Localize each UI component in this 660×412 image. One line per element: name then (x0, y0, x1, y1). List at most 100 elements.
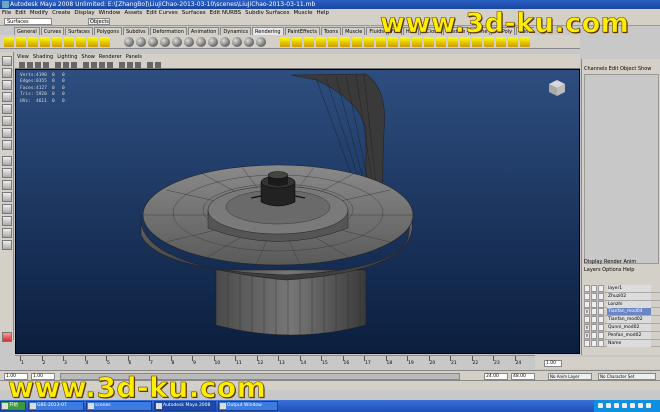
tray-icon[interactable] (606, 403, 611, 408)
layer-menu[interactable]: Layers Options Help (584, 267, 634, 273)
material-sphere-icon[interactable] (208, 37, 218, 47)
layer-color-swatch[interactable] (598, 316, 604, 324)
layer-color-swatch[interactable] (598, 292, 604, 300)
panel-menu-lighting[interactable]: Lighting (55, 54, 79, 60)
shelf-tab-general[interactable]: General (14, 27, 40, 35)
light-icon[interactable] (4, 37, 14, 47)
anim-layer-dropdown[interactable]: No Anim Layer (548, 373, 592, 380)
layer-visibility-toggle[interactable] (584, 300, 590, 308)
layer-color-swatch[interactable] (598, 300, 604, 308)
shelf-tab-subdivs[interactable]: Subdivs (123, 27, 149, 35)
current-frame-field[interactable]: 1.00 (544, 360, 562, 367)
layer-type-toggle[interactable] (591, 292, 597, 300)
panel-menu-panels[interactable]: Panels (124, 54, 144, 60)
render-icon[interactable] (328, 37, 338, 47)
menu-assets[interactable]: Assets (122, 9, 144, 17)
menu-help[interactable]: Help (314, 9, 331, 17)
render-icon[interactable] (352, 37, 362, 47)
tray-icon[interactable] (622, 403, 627, 408)
light-icon[interactable] (100, 37, 110, 47)
resolution-gate-icon[interactable] (71, 62, 77, 68)
shelf-tab-muscle[interactable]: Muscle (342, 27, 366, 35)
material-sphere-icon[interactable] (196, 37, 206, 47)
tray-icon[interactable] (614, 403, 619, 408)
shelf-tab-dynamics[interactable]: Dynamics (220, 27, 252, 35)
manipulator-tool-icon[interactable] (2, 128, 12, 138)
taskbar-item[interactable]: GBE-2013-07 (28, 401, 84, 411)
layer-row[interactable]: Zhuzi02 (584, 292, 660, 301)
move-tool-icon[interactable] (2, 92, 12, 102)
material-sphere-icon[interactable] (220, 37, 230, 47)
select-tool-icon[interactable] (2, 56, 12, 66)
layout-persp-icon[interactable] (2, 240, 12, 250)
menu-window[interactable]: Window (97, 9, 123, 17)
shadows-icon[interactable] (135, 62, 141, 68)
layer-row[interactable]: Tianfan_mod02 (584, 316, 660, 324)
layer-row[interactable]: layer1 (584, 285, 660, 293)
render-icon[interactable] (316, 37, 326, 47)
light-icon[interactable] (28, 37, 38, 47)
taskbar-item[interactable]: Output Window (218, 401, 278, 411)
shelf-tab-animation[interactable]: Animation (187, 27, 220, 35)
last-tool-icon[interactable] (2, 140, 12, 150)
tray-icon[interactable] (598, 403, 603, 408)
layer-visibility-toggle[interactable] (584, 292, 590, 300)
taskbar-item-active[interactable]: Autodesk Maya 2008 (154, 401, 216, 411)
render-icon[interactable] (340, 37, 350, 47)
taskbar-item[interactable]: scenes (86, 401, 152, 411)
menu-create[interactable]: Create (50, 9, 72, 17)
layout-single-icon[interactable] (2, 156, 12, 166)
record-icon[interactable] (2, 332, 12, 342)
material-sphere-icon[interactable] (124, 37, 134, 47)
image-plane-icon[interactable] (43, 62, 49, 68)
perspective-viewport[interactable]: Verts:4190 0 0 Edges:8355 0 0 Faces:4127 0 0 T… (15, 69, 580, 354)
bounding-box-icon[interactable] (107, 62, 113, 68)
view-cube-icon[interactable] (547, 78, 567, 98)
time-slider[interactable]: 1 2 3 4 5 6 7 8 9 10 11 12 13 14 15 16 17 18 19 20 21 22 23 24 (15, 355, 535, 369)
panel-menu-show[interactable]: Show (79, 54, 97, 60)
selection-mode-objects[interactable]: Objects (88, 18, 110, 25)
menu-edit-curves[interactable]: Edit Curves (144, 9, 180, 17)
layer-visibility-toggle[interactable]: V (584, 331, 590, 339)
panel-menu-view[interactable]: View (15, 54, 31, 60)
render-icon[interactable] (304, 37, 314, 47)
channel-box-menu[interactable]: Channels Edit Object Show (584, 66, 651, 72)
render-icon[interactable] (280, 37, 290, 47)
layer-color-swatch[interactable] (598, 323, 604, 331)
layer-visibility-toggle[interactable] (584, 339, 590, 347)
menu-edit[interactable]: Edit (13, 9, 28, 17)
layout-graph-icon[interactable] (2, 204, 12, 214)
panel-menu-shading[interactable]: Shading (31, 54, 55, 60)
shelf-tab-curves[interactable]: Curves (40, 27, 65, 35)
xray-icon[interactable] (147, 62, 153, 68)
radio-render[interactable]: Render (604, 259, 622, 265)
camera-icon[interactable] (19, 62, 25, 68)
render-icon[interactable] (292, 37, 302, 47)
layer-visibility-toggle[interactable]: V (584, 308, 590, 316)
menu-file[interactable]: File (0, 9, 13, 17)
layout-four-icon[interactable] (2, 168, 12, 178)
light-icon[interactable] (64, 37, 74, 47)
camera-attr-icon[interactable] (27, 62, 33, 68)
shelf-tab-deformation[interactable]: Deformation (149, 27, 187, 35)
layer-color-swatch[interactable] (598, 308, 604, 316)
material-sphere-icon[interactable] (136, 37, 146, 47)
layout-outliner-icon[interactable] (2, 192, 12, 202)
layer-type-toggle[interactable] (591, 285, 597, 292)
lights-icon[interactable] (127, 62, 133, 68)
light-icon[interactable] (76, 37, 86, 47)
light-icon[interactable] (88, 37, 98, 47)
layer-type-toggle[interactable] (591, 323, 597, 331)
layer-color-swatch[interactable] (598, 285, 604, 292)
light-icon[interactable] (52, 37, 62, 47)
wireframe-icon[interactable] (83, 62, 89, 68)
light-icon[interactable] (40, 37, 50, 47)
layer-row[interactable]: V Qunni_mod02 (584, 323, 660, 332)
textures-icon[interactable] (119, 62, 125, 68)
layer-row[interactable]: Lonzhi (584, 300, 660, 309)
layer-type-toggle[interactable] (591, 331, 597, 339)
flat-shade-icon[interactable] (99, 62, 105, 68)
radio-display[interactable]: Display (584, 259, 602, 265)
film-gate-icon[interactable] (63, 62, 69, 68)
layer-row-selected[interactable]: V Tianfan_mod04 (584, 308, 660, 317)
